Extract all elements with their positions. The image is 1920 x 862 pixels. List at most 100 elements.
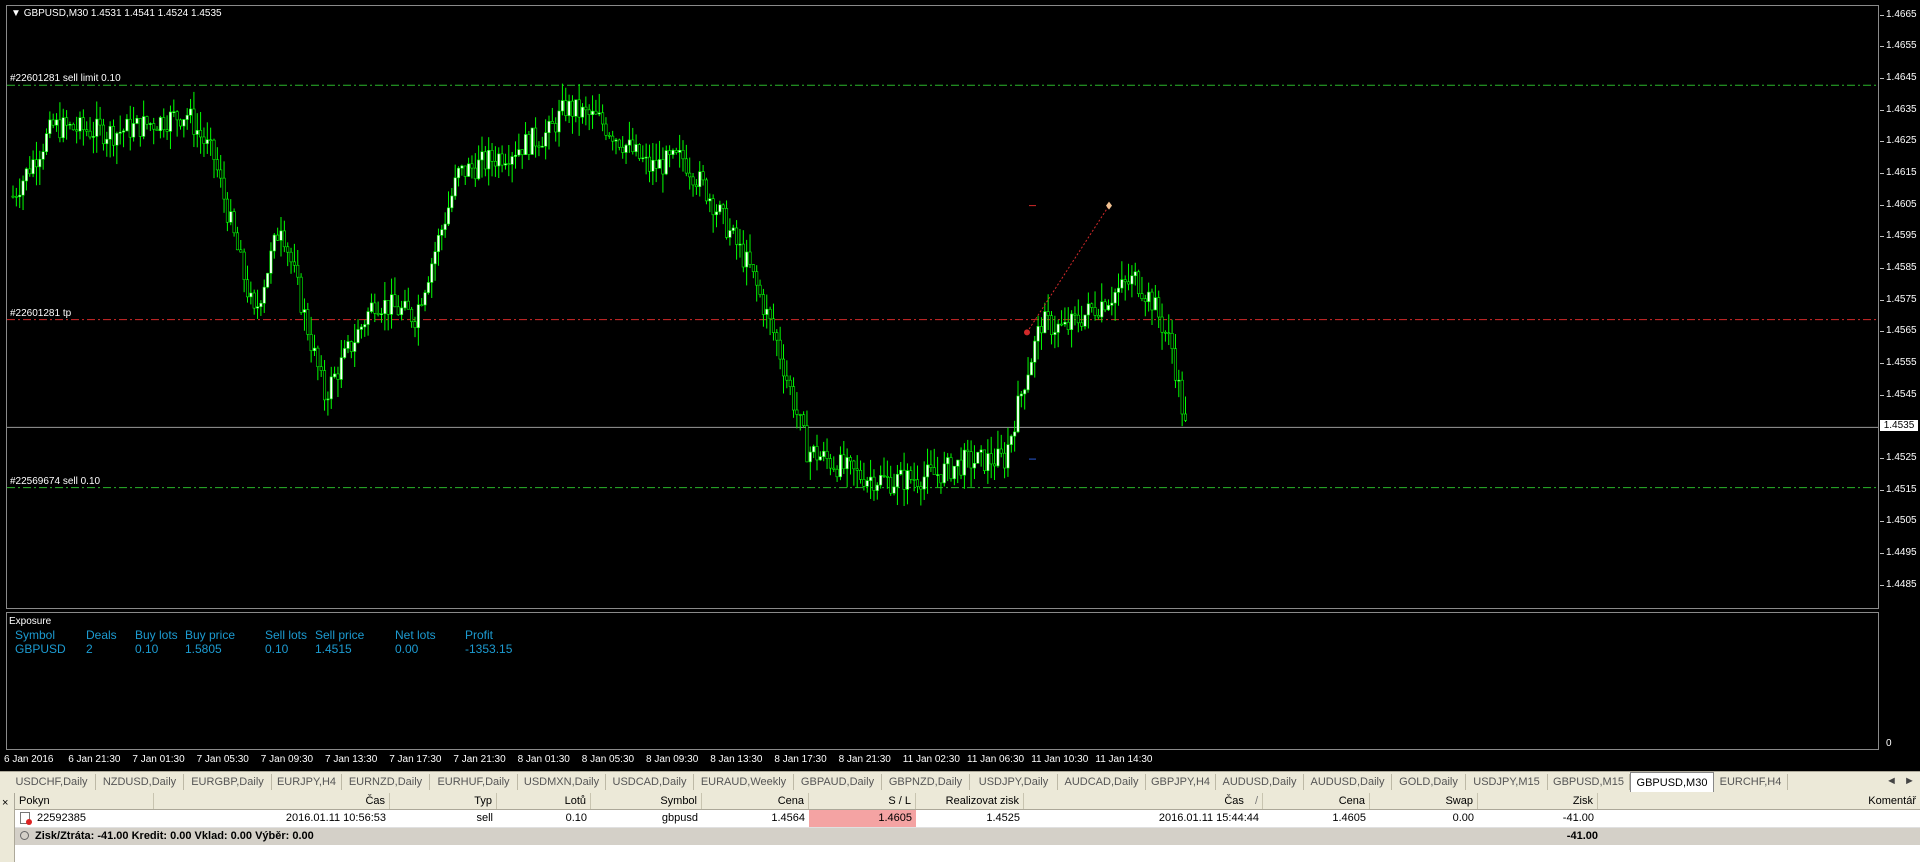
- exposure-indicator-window[interactable]: Exposure Symbol Deals Buy lots Buy price…: [6, 612, 1879, 750]
- candle-body: [946, 457, 950, 465]
- chart-tab-usdjpy-daily[interactable]: USDJPY,Daily: [970, 774, 1058, 790]
- chart-tab-usdchf-daily[interactable]: USDCHF,Daily: [8, 774, 96, 790]
- candle-body: [302, 309, 306, 313]
- price-label: 1.4605: [1886, 198, 1917, 210]
- candle-body: [91, 136, 95, 138]
- candle-body: [838, 454, 842, 478]
- candle-body: [862, 479, 866, 487]
- chart-tab-eurhuf-daily[interactable]: EURHUF,Daily: [430, 774, 518, 790]
- price-label: 1.4615: [1886, 166, 1917, 178]
- col-header-price[interactable]: Cena: [702, 793, 809, 809]
- candle-body: [490, 150, 494, 162]
- candle-body: [400, 307, 404, 316]
- chart-tab-usdcad-daily[interactable]: USDCAD,Daily: [606, 774, 694, 790]
- candle-body: [168, 111, 172, 132]
- candle-body: [115, 133, 119, 146]
- triangle-down-icon[interactable]: ▼: [11, 8, 21, 19]
- col-header-open-time[interactable]: Čas: [154, 793, 390, 809]
- chart-tab-audusd-daily[interactable]: AUDUSD,Daily: [1216, 774, 1304, 790]
- candle-body: [225, 198, 229, 223]
- exposure-header-symbol: Symbol: [15, 628, 56, 642]
- candle-body: [524, 134, 528, 155]
- candle-body: [956, 459, 960, 467]
- candle-body: [373, 302, 377, 314]
- candle-body: [38, 158, 42, 168]
- col-header-tp[interactable]: Realizovat zisk: [916, 793, 1024, 809]
- chart-tab-eurjpy-h4[interactable]: EURJPY,H4: [272, 774, 342, 790]
- chart-tab-usdmxn-daily[interactable]: USDMXN,Daily: [518, 774, 606, 790]
- candle-body: [815, 446, 819, 461]
- candle-body: [875, 484, 879, 491]
- candle-body: [333, 373, 337, 378]
- candle-body: [738, 243, 742, 246]
- candle-body: [138, 118, 142, 137]
- col-header-current-price[interactable]: Cena: [1263, 793, 1370, 809]
- chart-tab-usdjpy-m15[interactable]: USDJPY,M15: [1466, 774, 1548, 790]
- col-header-close-time[interactable]: Čas /: [1024, 793, 1263, 809]
- candle-body: [788, 379, 792, 387]
- candle-body: [1120, 279, 1124, 289]
- col-header-comment[interactable]: Komentář: [1598, 793, 1920, 809]
- tab-scroll-left-icon[interactable]: ◄: [1886, 775, 1897, 787]
- tab-scroll-right-icon[interactable]: ►: [1904, 775, 1915, 787]
- col-header-symbol[interactable]: Symbol: [591, 793, 702, 809]
- chart-tab-euraud-weekly[interactable]: EURAUD,Weekly: [694, 774, 794, 790]
- candle-body: [199, 130, 203, 138]
- candle-body: [430, 263, 434, 283]
- chart-tab-gbpjpy-h4[interactable]: GBPJPY,H4: [1146, 774, 1216, 790]
- col-header-type[interactable]: Typ: [390, 793, 497, 809]
- chart-tab-gbpusd-m30[interactable]: GBPUSD,M30: [1630, 772, 1714, 792]
- trade-take-profit[interactable]: 1.4525: [916, 810, 1024, 827]
- candle-body: [785, 375, 789, 381]
- time-label: 6 Jan 2016: [4, 754, 54, 765]
- trade-lots: 0.10: [565, 812, 587, 824]
- col-header-swap[interactable]: Swap: [1370, 793, 1478, 809]
- candle-body: [1056, 323, 1060, 333]
- col-header-profit[interactable]: Zisk: [1478, 793, 1598, 809]
- candle-body: [366, 311, 370, 325]
- col-header-sl[interactable]: S / L: [809, 793, 916, 809]
- price-label: 1.4645: [1886, 71, 1917, 83]
- chart-tab-gbpnzd-daily[interactable]: GBPNZD,Daily: [882, 774, 970, 790]
- candle-body: [259, 302, 263, 308]
- chart-tab-gold-daily[interactable]: GOLD,Daily: [1392, 774, 1466, 790]
- candle-body: [182, 119, 186, 127]
- chart-tab-eurnzd-daily[interactable]: EURNZD,Daily: [342, 774, 430, 790]
- candle-body: [564, 100, 568, 116]
- price-chart[interactable]: ▼ GBPUSD,M30 1.4531 1.4541 1.4524 1.4535…: [6, 5, 1879, 609]
- candlestick-chart[interactable]: [7, 6, 1878, 608]
- candle-body: [651, 159, 655, 172]
- trade-symbol: gbpusd: [661, 812, 698, 824]
- candle-body: [1173, 348, 1177, 381]
- chart-tab-eurgbp-daily[interactable]: EURGBP,Daily: [184, 774, 272, 790]
- candle-body: [993, 463, 997, 467]
- candle-body: [239, 249, 243, 253]
- candle-body: [416, 304, 420, 329]
- candle-body: [982, 449, 986, 471]
- time-label: 7 Jan 01:30: [132, 754, 185, 765]
- trade-stop-loss[interactable]: 1.4605: [809, 810, 916, 827]
- chart-tab-eurchf-h4[interactable]: EURCHF,H4: [1714, 774, 1788, 790]
- terminal-panel: × Pokyn Čas Typ Lotů Symbol Cena S / L R…: [0, 793, 1920, 862]
- candle-body: [1033, 340, 1037, 363]
- chart-tab-gbpaud-daily[interactable]: GBPAUD,Daily: [794, 774, 882, 790]
- chart-tab-gbpusd-m15[interactable]: GBPUSD,M15: [1548, 774, 1630, 790]
- col-header-order[interactable]: Pokyn: [15, 793, 154, 809]
- candle-body: [467, 163, 471, 177]
- candle-body: [390, 294, 394, 315]
- chart-tab-audusd-daily[interactable]: AUDUSD,Daily: [1304, 774, 1392, 790]
- chart-tab-nzdusd-daily[interactable]: NZDUSD,Daily: [96, 774, 184, 790]
- candle-body: [393, 294, 397, 308]
- close-icon[interactable]: ×: [2, 797, 8, 809]
- time-label: 8 Jan 01:30: [517, 754, 570, 765]
- trade-row[interactable]: 22592385 2016.01.11 10:56:53 sell 0.10 g…: [15, 810, 1920, 828]
- price-tick: [1880, 521, 1884, 523]
- candle-body: [647, 156, 651, 172]
- candle-body: [1170, 332, 1174, 349]
- candle-body: [158, 117, 162, 132]
- candle-body: [1046, 311, 1050, 316]
- col-header-lots[interactable]: Lotů: [497, 793, 591, 809]
- price-tick: [1880, 394, 1884, 396]
- candle-body: [148, 123, 152, 125]
- chart-tab-audcad-daily[interactable]: AUDCAD,Daily: [1058, 774, 1146, 790]
